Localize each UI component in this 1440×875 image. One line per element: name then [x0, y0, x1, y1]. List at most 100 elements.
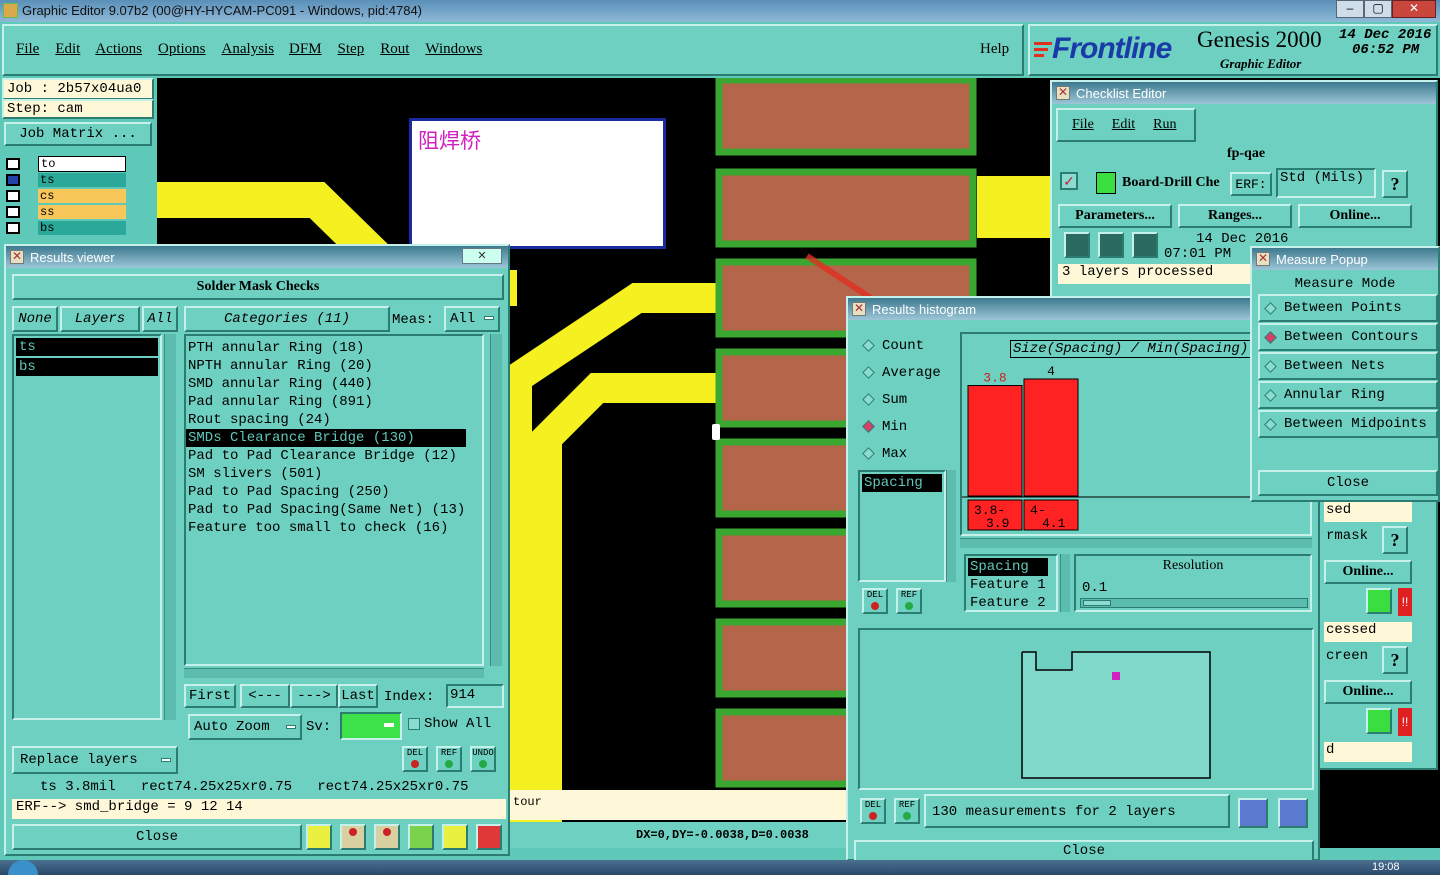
category-item[interactable]: Pad to Pad Spacing (250) [186, 483, 482, 501]
run-icon-3[interactable] [1132, 232, 1158, 258]
category-item[interactable]: SM slivers (501) [186, 465, 482, 483]
layers-button[interactable]: Layers [60, 306, 140, 332]
prev-button[interactable]: <--- [240, 684, 290, 708]
none-button[interactable]: None [12, 306, 58, 332]
mode-max[interactable]: Max [858, 440, 958, 467]
index-input[interactable]: 914 [446, 684, 504, 708]
export-icon-2[interactable] [1278, 798, 1308, 828]
histogram-icon[interactable] [476, 824, 502, 850]
start-button-icon[interactable] [8, 860, 38, 875]
run-icon-2[interactable] [1098, 232, 1124, 258]
all-layers-button[interactable]: All [142, 306, 178, 332]
toolbar-icon-3[interactable] [374, 824, 400, 850]
undo-icon[interactable]: UNDO [470, 746, 496, 772]
list-item[interactable]: Feature 1 [966, 576, 1056, 594]
next-button[interactable]: ---> [290, 684, 338, 708]
run-icon-1[interactable] [1064, 232, 1090, 258]
histogram-bar[interactable] [1023, 378, 1079, 497]
del-icon[interactable]: DEL [860, 798, 886, 824]
category-item[interactable]: NPTH annular Ring (20) [186, 357, 482, 375]
maximize-button[interactable]: ▢ [1364, 0, 1392, 18]
attribute-scrollbar[interactable] [946, 470, 956, 582]
feature-list[interactable]: Spacing Feature 1 Feature 2 [964, 554, 1058, 612]
del-icon[interactable]: DEL [862, 588, 888, 614]
layer-row[interactable]: cs [6, 188, 126, 204]
minimize-button[interactable]: – [1336, 0, 1364, 18]
erf-value[interactable]: Std (Mils) [1276, 168, 1376, 198]
mode-average[interactable]: Average [858, 359, 958, 386]
menu-windows[interactable]: Windows [425, 41, 482, 58]
zoom-icon[interactable] [1366, 708, 1392, 734]
toolbar-icon-1[interactable] [306, 824, 332, 850]
ref-icon[interactable]: REF [436, 746, 462, 772]
menu-help[interactable]: Help [980, 41, 1009, 58]
list-item[interactable]: bs [16, 358, 158, 376]
checklist-menu-run[interactable]: Run [1153, 117, 1176, 133]
auto-zoom-dropdown[interactable]: Auto Zoom [188, 714, 302, 740]
categories-hscrollbar[interactable] [184, 668, 484, 678]
results-viewer-close-button[interactable]: Close [12, 824, 302, 850]
measure-option-midpoints[interactable]: Between Midpoints [1258, 410, 1438, 438]
window-menu-icon[interactable] [1256, 251, 1270, 266]
replace-layers-dropdown[interactable]: Replace layers [12, 746, 178, 774]
category-item[interactable]: SMD annular Ring (440) [186, 375, 482, 393]
ref-icon[interactable]: REF [894, 798, 920, 824]
ref-icon[interactable]: REF [896, 588, 922, 614]
action-check-icon[interactable]: ✓ [1060, 172, 1078, 190]
del-icon[interactable]: DEL [402, 746, 428, 772]
checklist-menu-file[interactable]: File [1072, 117, 1094, 133]
parameters-button[interactable]: Parameters... [1058, 204, 1172, 228]
list-item[interactable]: ts [16, 338, 158, 356]
attribute-list[interactable]: Spacing [858, 470, 946, 582]
layer-row[interactable]: ss [6, 204, 126, 220]
checklist-menu-edit[interactable]: Edit [1112, 117, 1135, 133]
layer-checkbox[interactable] [6, 222, 20, 234]
measure-close-button[interactable]: Close [1258, 470, 1438, 496]
measure-option-nets[interactable]: Between Nets [1258, 352, 1438, 380]
chart-hscrollbar[interactable] [960, 538, 1312, 548]
category-item-selected[interactable]: SMDs Clearance Bridge (130) [186, 429, 466, 447]
menu-step[interactable]: Step [338, 41, 365, 58]
category-item[interactable]: Pad to Pad Clearance Bridge (12) [186, 447, 482, 465]
mode-sum[interactable]: Sum [858, 386, 958, 413]
list-item[interactable]: Spacing [862, 474, 942, 492]
help-button-3[interactable]: ? [1382, 646, 1408, 674]
menu-analysis[interactable]: Analysis [222, 41, 275, 58]
measure-option-points[interactable]: Between Points [1258, 294, 1438, 322]
toolbar-icon-5[interactable] [442, 824, 468, 850]
meas-dropdown[interactable]: All [444, 306, 500, 332]
toolbar-icon-4[interactable] [408, 824, 434, 850]
menu-options[interactable]: Options [158, 41, 206, 58]
online-button-3[interactable]: Online... [1324, 680, 1412, 704]
ranges-button[interactable]: Ranges... [1178, 204, 1292, 228]
job-matrix-button[interactable]: Job Matrix ... [4, 122, 152, 146]
menu-rout[interactable]: Rout [380, 41, 409, 58]
mode-min[interactable]: Min [858, 413, 958, 440]
measure-option-contours[interactable]: Between Contours [1258, 323, 1438, 351]
window-menu-icon[interactable] [10, 249, 24, 264]
feature-scrollbar[interactable] [1060, 554, 1070, 612]
window-menu-icon[interactable] [1056, 85, 1070, 100]
menu-file[interactable]: File [16, 41, 39, 58]
help-button-2[interactable]: ? [1382, 526, 1408, 554]
categories-list[interactable]: PTH annular Ring (18) NPTH annular Ring … [184, 334, 484, 666]
sv-color-dropdown[interactable] [340, 712, 402, 740]
measure-option-annular[interactable]: Annular Ring [1258, 381, 1438, 409]
layer-list-scrollbar[interactable] [164, 334, 176, 720]
first-button[interactable]: First [184, 684, 236, 708]
categories-button[interactable]: Categories (11) [184, 306, 390, 332]
export-icon-1[interactable] [1238, 798, 1268, 828]
layer-checkbox[interactable] [6, 190, 20, 202]
layer-row[interactable]: ts [6, 172, 126, 188]
online-button-2[interactable]: Online... [1324, 560, 1412, 584]
menu-dfm[interactable]: DFM [289, 41, 322, 58]
layer-checkbox[interactable] [6, 158, 20, 170]
histogram-close-button[interactable]: Close [854, 840, 1314, 862]
help-button[interactable]: ? [1382, 170, 1408, 198]
menu-edit[interactable]: Edit [55, 41, 80, 58]
categories-scrollbar[interactable] [490, 334, 502, 666]
histogram-bar[interactable] [967, 385, 1023, 497]
zoom-icon[interactable] [1366, 588, 1392, 614]
window-menu-icon[interactable] [852, 301, 866, 316]
window-close-icon[interactable]: ✕ [462, 248, 502, 264]
